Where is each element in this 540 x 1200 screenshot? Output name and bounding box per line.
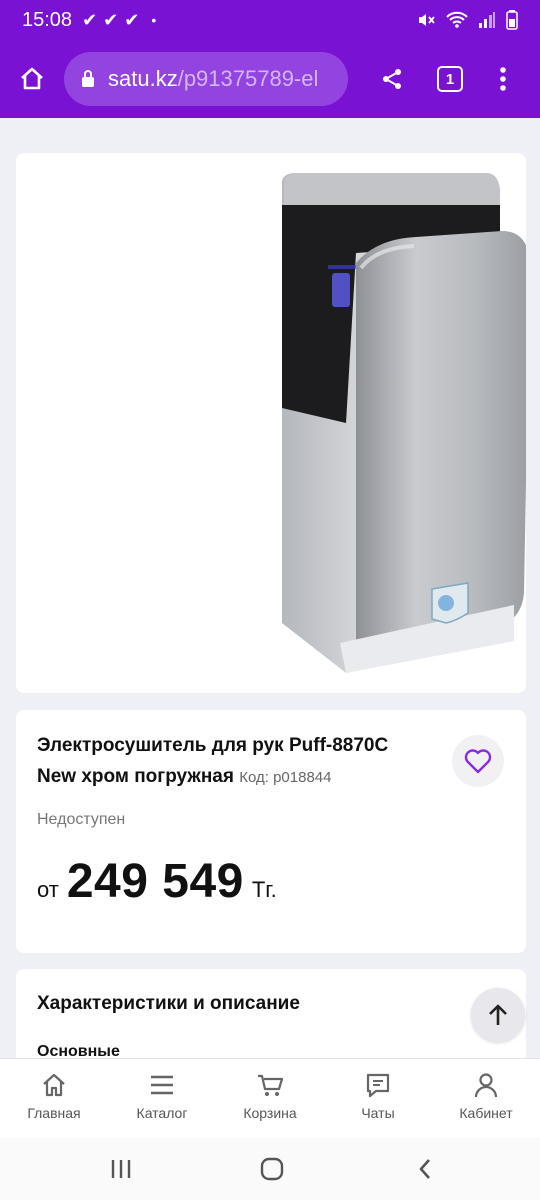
status-bar: 15:08 ✔✔✔ • xyxy=(0,0,540,40)
home-icon xyxy=(43,1073,65,1097)
battery-icon xyxy=(506,10,518,30)
specs-title: Характеристики и описание xyxy=(37,993,300,1014)
product-info-card: Электросушитель для рук Puff-8870C New х… xyxy=(16,710,526,953)
wifi-icon xyxy=(446,11,468,28)
system-navigation-bar xyxy=(0,1138,540,1200)
browser-toolbar: satu.kz/p91375789-el 1 xyxy=(0,40,540,118)
status-time: 15:08 xyxy=(22,8,73,31)
recent-apps-icon xyxy=(111,1160,131,1178)
price: от 249 549 Тг. xyxy=(37,854,277,909)
price-currency: Тг. xyxy=(251,877,277,902)
favorite-button[interactable] xyxy=(452,735,504,787)
bottom-navigation: Главная Каталог Корзина Чаты Кабинет xyxy=(0,1058,540,1138)
download-complete-icons: ✔✔✔ xyxy=(82,9,146,30)
home-circle-icon xyxy=(260,1157,284,1181)
recent-apps-button[interactable] xyxy=(106,1156,136,1182)
back-chevron-icon xyxy=(419,1159,430,1179)
product-code: Код: p018844 xyxy=(239,769,332,786)
nav-item-account[interactable]: Кабинет xyxy=(432,1059,540,1138)
share-icon xyxy=(383,69,401,89)
nav-item-home[interactable]: Главная xyxy=(0,1059,108,1138)
url-path: /p91375789-el xyxy=(177,66,319,91)
arrow-up-icon xyxy=(489,1004,507,1025)
user-icon xyxy=(474,1073,498,1098)
product-title: Электросушитель для рук Puff-8870C New х… xyxy=(37,730,429,793)
address-bar[interactable]: satu.kz/p91375789-el xyxy=(64,52,348,106)
product-image-card[interactable] xyxy=(16,153,526,693)
heart-icon xyxy=(464,749,492,774)
nav-label-account: Кабинет xyxy=(459,1105,513,1121)
price-prefix: от xyxy=(37,877,59,902)
menu-icon xyxy=(151,1075,173,1095)
tab-switcher-button[interactable]: 1 xyxy=(437,66,463,92)
mute-icon xyxy=(419,14,435,26)
nav-item-chats[interactable]: Чаты xyxy=(324,1059,432,1138)
nav-item-catalog[interactable]: Каталог xyxy=(108,1059,216,1138)
nav-label-chats: Чаты xyxy=(361,1105,395,1121)
browser-home-button[interactable] xyxy=(0,40,64,118)
cart-icon xyxy=(258,1074,284,1096)
nav-label-catalog: Каталог xyxy=(136,1105,188,1121)
nav-label-cart: Корзина xyxy=(243,1105,297,1121)
system-home-button[interactable] xyxy=(257,1156,287,1182)
more-vert-icon xyxy=(500,67,506,91)
notification-dot: • xyxy=(151,12,157,28)
nav-label-home: Главная xyxy=(27,1105,81,1121)
product-image xyxy=(282,173,526,673)
signal-icon xyxy=(479,12,495,28)
availability-status: Недоступен xyxy=(37,811,126,828)
chat-icon xyxy=(366,1073,390,1098)
scroll-to-top-button[interactable] xyxy=(471,988,525,1042)
price-value: 249 549 xyxy=(66,855,244,908)
back-button[interactable] xyxy=(410,1156,440,1182)
product-name: Электросушитель для рук Puff-8870C New х… xyxy=(37,735,389,787)
url-host: satu.kz xyxy=(108,66,178,91)
home-icon xyxy=(21,67,43,90)
nav-item-cart[interactable]: Корзина xyxy=(216,1059,324,1138)
browser-menu-button[interactable] xyxy=(488,40,518,118)
lock-icon xyxy=(82,70,94,87)
share-button[interactable] xyxy=(372,40,412,118)
